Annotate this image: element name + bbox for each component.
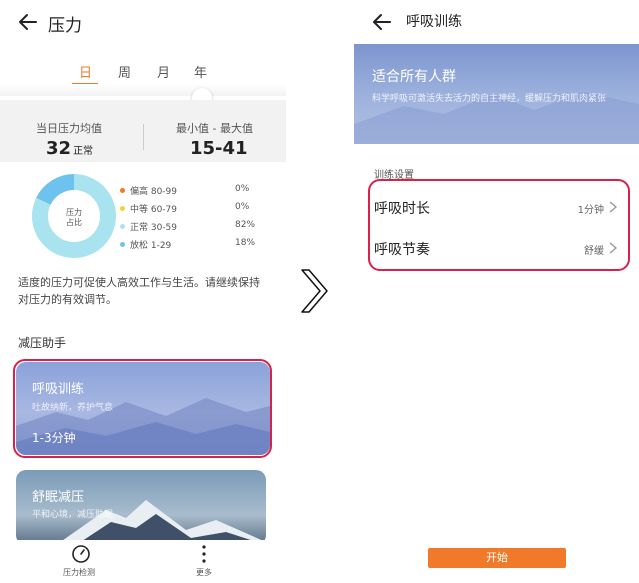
avg-stress-value: 32 正常 <box>46 138 94 159</box>
donut-center-line2: 占比 <box>66 218 82 227</box>
range-value: 15-41 <box>190 138 248 159</box>
highlight-outline <box>13 359 272 458</box>
avg-stress-label: 当日压力均值 <box>36 122 102 135</box>
tab-month[interactable]: 月 <box>157 62 170 81</box>
legend-item-high: 偏高 80-99 0% <box>118 184 258 198</box>
donut-center-label: 压力 占比 <box>56 208 92 228</box>
card-subtitle: 平和心境，减压助眠 <box>32 510 114 520</box>
legend-label-high: 偏高 80-99 <box>130 187 178 197</box>
tab-year[interactable]: 年 <box>194 62 207 81</box>
gauge-icon[interactable] <box>71 544 91 564</box>
back-arrow-icon[interactable] <box>16 10 40 34</box>
card-title: 舒眠减压 <box>32 490 85 505</box>
stress-stats: 当日压力均值 32 正常 最小值 - 最大值 15-41 <box>0 100 286 162</box>
legend-item-medium: 中等 60-79 0% <box>118 202 258 216</box>
range-label: 最小值 - 最大值 <box>176 122 253 135</box>
avg-stress-level: 正常 <box>73 146 94 157</box>
back-arrow-icon[interactable] <box>370 10 394 34</box>
legend-percent-relaxed: 18% <box>235 238 256 248</box>
page-title: 压力 <box>48 16 82 36</box>
period-tabs: 日 周 月 年 <box>0 56 286 85</box>
legend-label-medium: 中等 60-79 <box>130 205 178 215</box>
start-button[interactable]: 开始 <box>428 548 566 568</box>
page-title: 呼吸训练 <box>406 14 462 30</box>
scroll-fade <box>0 84 286 96</box>
bottom-nav: 压力检测 更多 <box>0 540 286 583</box>
stress-advice: 适度的压力可促使人高效工作与生活。请继续保持对压力的有效调节。 <box>18 276 260 306</box>
stats-divider <box>143 124 144 150</box>
legend-label-relaxed: 放松 1-29 <box>130 241 172 251</box>
relief-section-title: 减压助手 <box>18 336 67 350</box>
legend-percent-normal: 82% <box>235 220 256 230</box>
tab-day[interactable]: 日 <box>79 62 92 81</box>
training-banner: 适合所有人群 科学呼吸可激活失去活力的自主神经，缓解压力和肌肉紧张 <box>354 44 639 144</box>
legend-percent-medium: 0% <box>235 202 250 212</box>
nav-label-more[interactable]: 更多 <box>196 567 212 578</box>
legend-dot-medium <box>120 206 125 211</box>
chevron-right-icon <box>301 269 328 313</box>
legend-dot-normal <box>120 224 125 229</box>
legend-dot-relaxed <box>120 242 125 247</box>
legend-item-normal: 正常 30-59 82% <box>118 220 258 234</box>
tab-week[interactable]: 周 <box>118 62 131 81</box>
sleep-relief-card[interactable]: 舒眠减压 平和心境，减压助眠 <box>16 470 266 545</box>
breathing-training-screen: 呼吸训练 适合所有人群 科学呼吸可激活失去活力的自主神经，缓解压力和肌肉紧张 训… <box>354 0 639 583</box>
donut-center-line1: 压力 <box>66 208 82 217</box>
stress-screen: 压力 日 周 月 年 当日压力均值 32 正常 最小值 - 最大值 15-41 压… <box>0 0 286 583</box>
nav-label-stress-test[interactable]: 压力检测 <box>63 567 95 578</box>
legend-label-normal: 正常 30-59 <box>130 223 178 233</box>
banner-title: 适合所有人群 <box>372 69 456 85</box>
more-icon[interactable] <box>194 544 214 564</box>
legend-percent-high: 0% <box>235 184 250 194</box>
legend-dot-high <box>120 188 125 193</box>
stress-header: 压力 <box>0 0 286 46</box>
highlight-outline <box>368 179 630 271</box>
banner-description: 科学呼吸可激活失去活力的自主神经，缓解压力和肌肉紧张 <box>372 94 607 104</box>
legend-item-relaxed: 放松 1-29 18% <box>118 238 258 252</box>
